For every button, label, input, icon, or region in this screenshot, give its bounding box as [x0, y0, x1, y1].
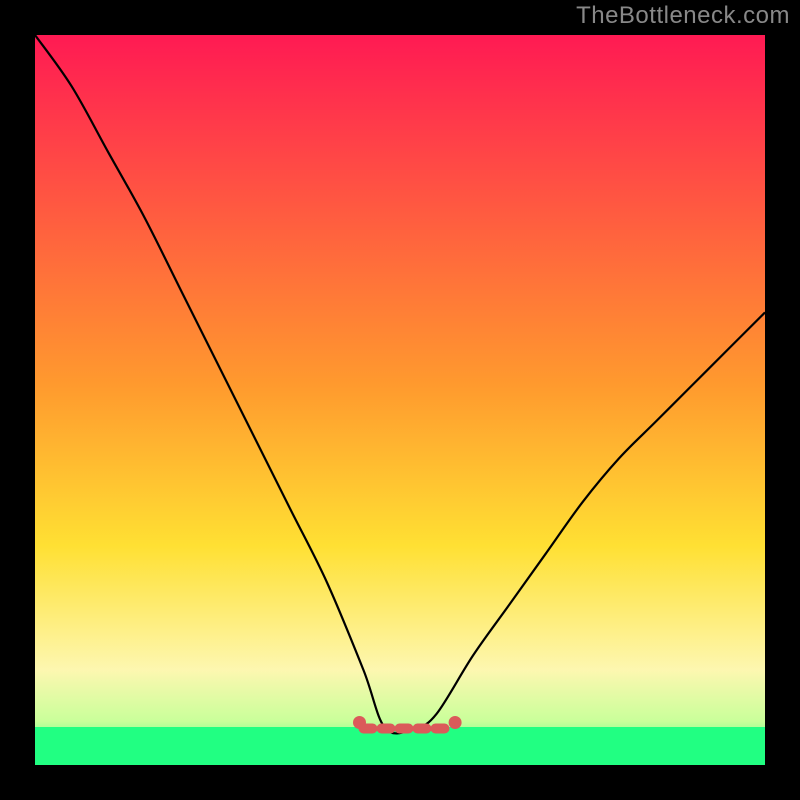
watermark-text: TheBottleneck.com — [576, 2, 790, 30]
valley-end-dot — [449, 716, 462, 729]
valley-end-dot — [353, 716, 366, 729]
chart-frame: TheBottleneck.com — [0, 0, 800, 800]
plot-area — [35, 35, 765, 765]
valley-marks — [35, 35, 765, 765]
